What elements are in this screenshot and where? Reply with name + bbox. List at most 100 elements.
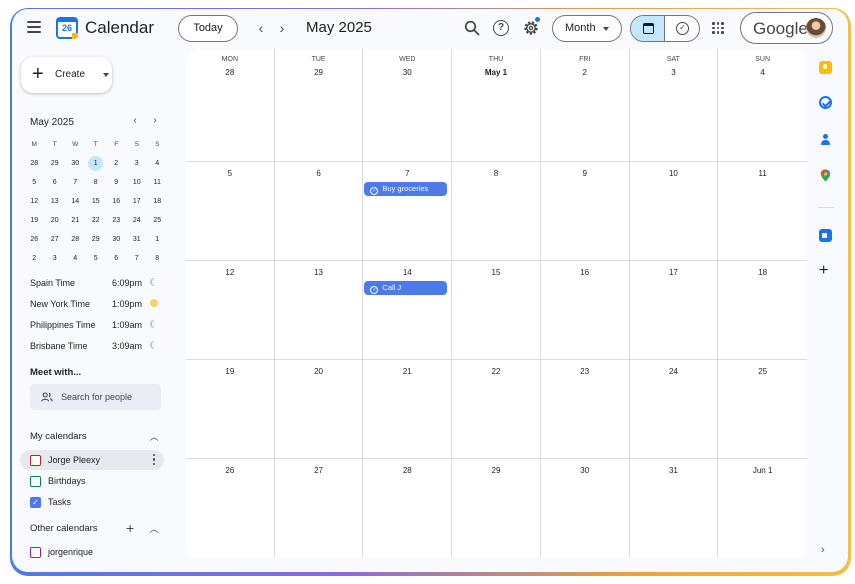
- day-cell[interactable]: 11: [718, 162, 807, 261]
- help-icon[interactable]: ?: [493, 20, 509, 36]
- mini-calendar-day[interactable]: 20: [45, 211, 66, 230]
- day-cell[interactable]: 20: [274, 360, 364, 459]
- mini-calendar-day[interactable]: 28: [65, 230, 86, 249]
- day-number[interactable]: 30: [363, 68, 451, 77]
- mini-calendar-day[interactable]: 7: [127, 249, 148, 268]
- mini-calendar-day[interactable]: 11: [147, 173, 168, 192]
- day-cell[interactable]: 12: [186, 261, 275, 360]
- mini-calendar-day[interactable]: 4: [147, 154, 168, 173]
- day-number[interactable]: 3: [630, 68, 718, 77]
- mini-calendar-day[interactable]: 28: [24, 154, 45, 173]
- mini-calendar-day[interactable]: 30: [65, 154, 86, 173]
- day-number[interactable]: 20: [275, 367, 363, 376]
- day-cell[interactable]: FRI 2: [540, 49, 630, 162]
- mini-calendar-day[interactable]: 17: [127, 192, 148, 211]
- mini-calendar-day[interactable]: 23: [106, 211, 127, 230]
- day-number[interactable]: 5: [186, 169, 274, 178]
- meet-video-icon[interactable]: [819, 229, 832, 242]
- google-apps-grid-icon[interactable]: [712, 22, 724, 34]
- day-cell[interactable]: 7 ✓ Buy groceries: [363, 162, 453, 261]
- mini-calendar-day[interactable]: 3: [127, 154, 148, 173]
- calendar-item[interactable]: jorgenrique: [20, 542, 164, 562]
- mini-calendar-day[interactable]: 29: [86, 230, 107, 249]
- mini-calendar-day[interactable]: 24: [127, 211, 148, 230]
- day-number[interactable]: 14: [363, 268, 451, 277]
- day-cell[interactable]: 22: [452, 360, 541, 459]
- mini-calendar-day[interactable]: 15: [86, 192, 107, 211]
- day-cell[interactable]: 15: [452, 261, 541, 360]
- day-number[interactable]: 27: [275, 466, 363, 475]
- main-menu-icon[interactable]: [27, 21, 41, 33]
- mini-calendar-day[interactable]: 6: [106, 249, 127, 268]
- mini-calendar-day[interactable]: 5: [86, 249, 107, 268]
- day-number[interactable]: 30: [541, 466, 629, 475]
- search-people-input[interactable]: Search for people: [30, 384, 161, 410]
- day-number[interactable]: 4: [718, 68, 807, 77]
- mini-calendar-day[interactable]: 26: [24, 230, 45, 249]
- calendar-checkbox[interactable]: [30, 455, 41, 466]
- day-number[interactable]: 23: [541, 367, 629, 376]
- mini-calendar-day[interactable]: 4: [65, 249, 86, 268]
- day-cell[interactable]: 26: [186, 459, 275, 557]
- day-number[interactable]: 16: [541, 268, 629, 277]
- mini-calendar-next-button[interactable]: ›: [149, 115, 161, 126]
- mini-calendar-day[interactable]: 7: [65, 173, 86, 192]
- mini-calendar-day[interactable]: 1: [147, 230, 168, 249]
- day-cell[interactable]: 6: [274, 162, 364, 261]
- day-cell[interactable]: 13: [274, 261, 364, 360]
- create-button[interactable]: + Create: [21, 57, 112, 93]
- mini-calendar-day[interactable]: 21: [65, 211, 86, 230]
- day-number[interactable]: 7: [363, 169, 451, 178]
- day-cell[interactable]: 31: [630, 459, 719, 557]
- calendar-checkbox[interactable]: [30, 476, 41, 487]
- day-number[interactable]: 29: [275, 68, 363, 77]
- google-account-button[interactable]: Google: [740, 12, 833, 44]
- today-button[interactable]: Today: [178, 15, 238, 42]
- tasks-view-toggle[interactable]: ✓: [665, 16, 699, 41]
- mini-calendar-day[interactable]: 10: [127, 173, 148, 192]
- mini-calendar-day[interactable]: 14: [65, 192, 86, 211]
- day-number[interactable]: 24: [630, 367, 718, 376]
- calendar-item[interactable]: ✓ Tasks: [20, 492, 164, 512]
- mini-calendar-day[interactable]: 1: [86, 154, 107, 173]
- chevron-up-icon[interactable]: ︿: [148, 430, 160, 443]
- calendar-checkbox[interactable]: [30, 547, 41, 558]
- day-number[interactable]: 28: [186, 68, 274, 77]
- calendar-view-toggle[interactable]: [631, 16, 666, 41]
- day-cell[interactable]: 18: [718, 261, 807, 360]
- day-cell[interactable]: 23: [540, 360, 630, 459]
- day-cell[interactable]: 10: [629, 162, 719, 261]
- day-cell[interactable]: TUE 29: [274, 49, 364, 162]
- day-cell[interactable]: Jun 1: [718, 459, 807, 557]
- day-cell[interactable]: 28: [363, 459, 453, 557]
- day-cell[interactable]: 5: [186, 162, 275, 261]
- mini-calendar-day[interactable]: 13: [45, 192, 66, 211]
- day-cell[interactable]: 17: [629, 261, 719, 360]
- mini-calendar-day[interactable]: 27: [45, 230, 66, 249]
- next-month-button[interactable]: ›: [273, 19, 291, 37]
- day-cell[interactable]: 25: [718, 360, 807, 459]
- day-cell[interactable]: THU May 1: [452, 49, 541, 162]
- day-cell[interactable]: WED 30: [363, 49, 453, 162]
- add-other-calendar-icon[interactable]: +: [126, 521, 134, 535]
- maps-pin-icon[interactable]: [819, 169, 832, 182]
- keep-icon[interactable]: [819, 61, 832, 74]
- day-number[interactable]: 2: [541, 68, 629, 77]
- day-number[interactable]: 6: [275, 169, 363, 178]
- day-cell[interactable]: MON 28: [186, 49, 275, 162]
- day-cell[interactable]: 19: [186, 360, 275, 459]
- mini-calendar-day[interactable]: 2: [24, 249, 45, 268]
- chevron-right-icon[interactable]: ›: [821, 544, 825, 556]
- search-icon[interactable]: [464, 20, 480, 36]
- mini-calendar-day[interactable]: 30: [106, 230, 127, 249]
- day-number[interactable]: 15: [452, 268, 540, 277]
- day-number[interactable]: 12: [186, 268, 274, 277]
- day-number[interactable]: 31: [630, 466, 718, 475]
- day-cell[interactable]: 8: [452, 162, 541, 261]
- mini-calendar-day[interactable]: 22: [86, 211, 107, 230]
- day-number[interactable]: 10: [630, 169, 718, 178]
- mini-calendar-day[interactable]: 9: [106, 173, 127, 192]
- chevron-up-icon[interactable]: ︿: [148, 522, 160, 535]
- day-number[interactable]: 28: [363, 466, 451, 475]
- day-cell[interactable]: 29: [452, 459, 541, 557]
